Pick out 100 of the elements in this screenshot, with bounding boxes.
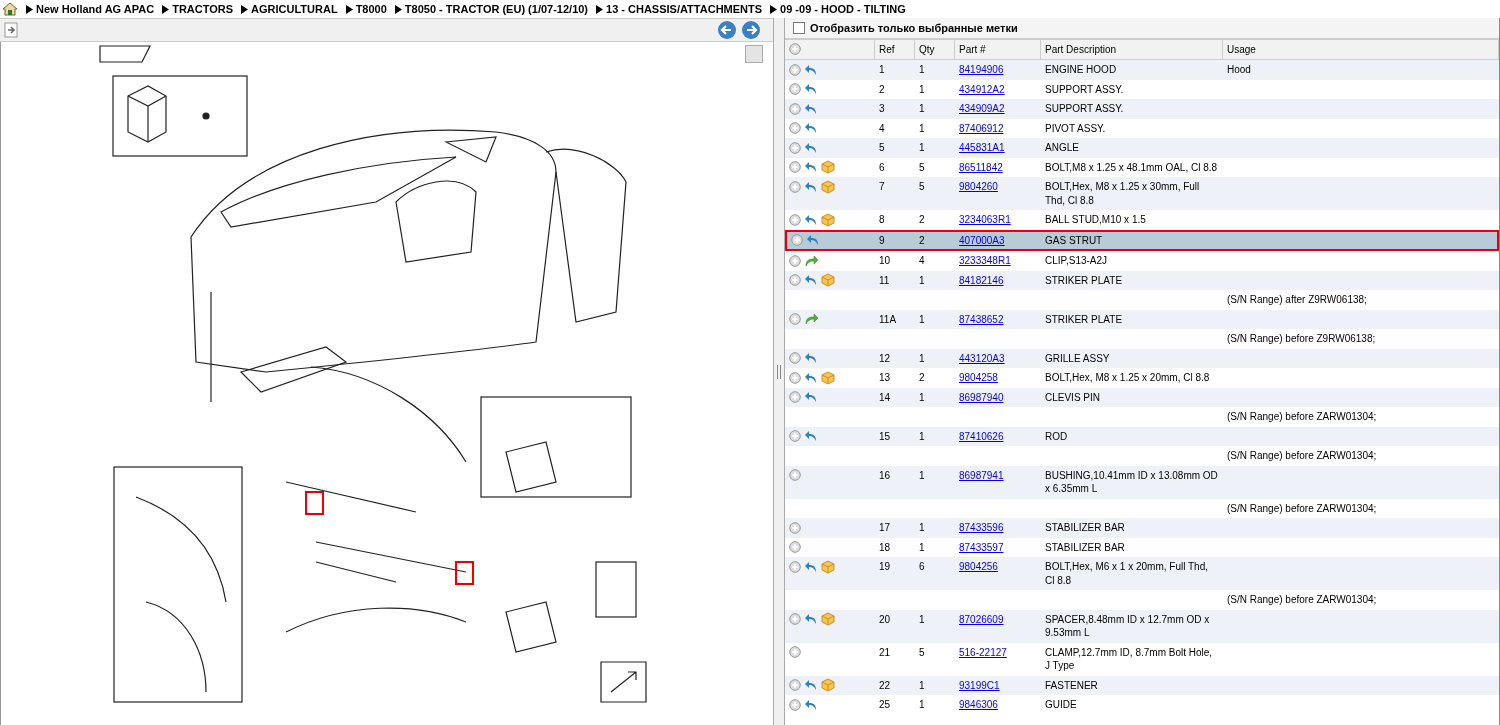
table-row[interactable]: 22 1 93199C1 FASTENER bbox=[785, 675, 1499, 695]
curved-arrow-icon[interactable] bbox=[805, 102, 817, 115]
part-number-link[interactable]: 9804260 bbox=[959, 181, 998, 192]
curved-arrow-icon[interactable] bbox=[805, 313, 819, 325]
breadcrumb-link[interactable]: AGRICULTURAL bbox=[251, 3, 338, 15]
part-number-link[interactable]: 86511842 bbox=[959, 161, 1003, 173]
table-row[interactable]: 17 1 87433596 STABILIZER BAR bbox=[785, 518, 1499, 538]
curved-arrow-icon[interactable] bbox=[805, 274, 817, 286]
table-row[interactable]: 15 1 87410626 ROD bbox=[785, 426, 1499, 446]
package-icon[interactable] bbox=[821, 612, 835, 626]
breadcrumb-link[interactable]: T8050 - TRACTOR (EU) (1/07-12/10) bbox=[404, 3, 589, 15]
add-icon[interactable] bbox=[789, 180, 801, 193]
table-row[interactable]: 4 1 87406912 PIVOT ASSY. bbox=[785, 118, 1499, 138]
add-icon[interactable] bbox=[789, 469, 801, 481]
table-row[interactable]: 18 1 87433597 STABILIZER BAR bbox=[785, 537, 1499, 557]
add-icon[interactable] bbox=[789, 521, 801, 534]
part-number-link[interactable]: 9804256 bbox=[959, 561, 998, 572]
curved-arrow-icon[interactable] bbox=[805, 254, 819, 267]
add-all-icon[interactable] bbox=[789, 42, 801, 55]
table-row[interactable]: 25 1 9846306 GUIDE bbox=[785, 695, 1499, 715]
add-icon[interactable] bbox=[789, 391, 801, 403]
add-icon[interactable] bbox=[789, 613, 801, 625]
package-icon[interactable] bbox=[821, 160, 835, 174]
curved-arrow-icon[interactable] bbox=[805, 371, 817, 384]
add-icon[interactable] bbox=[789, 698, 801, 711]
curved-arrow-icon[interactable] bbox=[805, 698, 817, 711]
add-icon[interactable] bbox=[789, 213, 801, 226]
export-icon[interactable] bbox=[4, 22, 18, 38]
add-icon[interactable] bbox=[789, 161, 801, 173]
curved-arrow-icon[interactable] bbox=[807, 234, 819, 246]
breadcrumb-link[interactable]: 13 - CHASSIS/ATTACHMENTS bbox=[606, 3, 763, 15]
table-row[interactable]: 20 1 87026609 SPACER,8.48mm ID x 12.7mm OD x 9.53mm L bbox=[785, 609, 1499, 643]
table-row[interactable]: 21 5 516-22127 CLAMP,12.7mm ID, 8.7mm Bolt Hole, J Type bbox=[785, 642, 1499, 676]
add-icon[interactable] bbox=[789, 313, 801, 325]
column-header[interactable]: Qty bbox=[915, 39, 955, 60]
breadcrumb-link[interactable]: TRACTORS bbox=[172, 3, 234, 15]
add-icon[interactable] bbox=[789, 63, 801, 76]
table-row[interactable]: 19 6 9804256 BOLT,Hex, M6 x 1 x 20mm, Full Thd, Cl 8.8 bbox=[785, 557, 1499, 590]
curved-arrow-icon[interactable] bbox=[805, 122, 817, 134]
table-row[interactable]: 1 1 84194906 ENGINE HOOD Hood bbox=[785, 60, 1499, 80]
curved-arrow-icon[interactable] bbox=[805, 430, 817, 442]
curved-arrow-icon[interactable] bbox=[805, 679, 817, 691]
checkbox[interactable] bbox=[793, 22, 805, 34]
add-icon[interactable] bbox=[789, 141, 801, 154]
splitter-grip-icon[interactable] bbox=[777, 364, 781, 379]
part-number-link[interactable]: 9846306 bbox=[959, 699, 998, 710]
part-number-link[interactable]: 9804258 bbox=[959, 372, 998, 383]
add-icon[interactable] bbox=[789, 679, 801, 691]
package-icon[interactable] bbox=[821, 678, 835, 692]
column-header[interactable]: Part Description bbox=[1041, 39, 1223, 60]
curved-arrow-icon[interactable] bbox=[805, 180, 817, 193]
column-header[interactable]: Usage bbox=[1223, 39, 1499, 60]
add-icon[interactable] bbox=[791, 234, 803, 246]
table-row[interactable]: 3 1 434909A2 SUPPORT ASSY. bbox=[785, 99, 1499, 119]
table-row[interactable]: 12 1 443120A3 GRILLE ASSY bbox=[785, 348, 1499, 368]
curved-arrow-icon[interactable] bbox=[805, 141, 817, 154]
add-icon[interactable] bbox=[789, 102, 801, 115]
add-icon[interactable] bbox=[789, 430, 801, 442]
table-row[interactable]: 11A 1 87438652 STRIKER PLATE bbox=[785, 309, 1499, 329]
add-icon[interactable] bbox=[789, 254, 801, 267]
curved-arrow-icon[interactable] bbox=[805, 63, 817, 76]
part-number-link[interactable]: 3234063R1 bbox=[959, 214, 1011, 225]
curved-arrow-icon[interactable] bbox=[805, 391, 817, 403]
curved-arrow-icon[interactable] bbox=[805, 83, 817, 95]
part-number-link[interactable]: 516-22127 bbox=[959, 646, 1007, 658]
table-row[interactable]: 14 1 86987940 CLEVIS PIN bbox=[785, 387, 1499, 407]
add-icon[interactable] bbox=[789, 274, 801, 286]
table-row[interactable]: 9 2 407000A3 GAS STRUT bbox=[785, 229, 1499, 251]
add-icon[interactable] bbox=[789, 646, 801, 658]
part-number-link[interactable]: 87026609 bbox=[959, 613, 1004, 625]
package-icon[interactable] bbox=[821, 273, 835, 287]
add-icon[interactable] bbox=[789, 122, 801, 134]
table-row[interactable]: 8 2 3234063R1 BALL STUD,M10 x 1.5 bbox=[785, 210, 1499, 230]
table-row[interactable]: 7 5 9804260 BOLT,Hex, M8 x 1.25 x 30mm, Full Thd, Cl 8.8 bbox=[785, 177, 1499, 210]
add-icon[interactable] bbox=[789, 371, 801, 384]
curved-arrow-icon[interactable] bbox=[805, 560, 817, 573]
breadcrumb-link[interactable]: 09 -09 - HOOD - TILTING bbox=[780, 3, 906, 15]
column-header[interactable]: Part # bbox=[955, 39, 1041, 60]
table-row[interactable]: 11 1 84182146 STRIKER PLATE bbox=[785, 270, 1499, 290]
part-number-link[interactable]: 87406912 bbox=[959, 122, 1004, 134]
scroll-box[interactable] bbox=[745, 45, 763, 63]
table-row[interactable]: 13 2 9804258 BOLT,Hex, M8 x 1.25 x 20mm, Cl 8.8 bbox=[785, 368, 1499, 388]
package-icon[interactable] bbox=[821, 212, 835, 227]
curved-arrow-icon[interactable] bbox=[805, 161, 817, 173]
package-icon[interactable] bbox=[821, 370, 835, 385]
add-icon[interactable] bbox=[789, 541, 801, 553]
part-number-link[interactable]: 434912A2 bbox=[959, 83, 1005, 95]
table-row[interactable]: 5 1 445831A1 ANGLE bbox=[785, 138, 1499, 158]
curved-arrow-icon[interactable] bbox=[805, 613, 817, 625]
package-icon[interactable] bbox=[821, 559, 835, 574]
part-number-link[interactable]: 87433597 bbox=[959, 541, 1004, 553]
breadcrumb-link[interactable]: New Holland AG APAC bbox=[36, 3, 155, 15]
package-icon[interactable] bbox=[821, 179, 835, 194]
breadcrumb-link[interactable]: T8000 bbox=[355, 3, 387, 15]
table-row[interactable]: 10 4 3233348R1 CLIP,S13-A2J bbox=[785, 251, 1499, 271]
table-row[interactable]: 2 1 434912A2 SUPPORT ASSY. bbox=[785, 79, 1499, 99]
part-number-link[interactable]: 86987941 bbox=[959, 469, 1004, 481]
add-icon[interactable] bbox=[789, 352, 801, 364]
curved-arrow-icon[interactable] bbox=[805, 213, 817, 226]
part-number-link[interactable]: 3233348R1 bbox=[959, 255, 1011, 266]
